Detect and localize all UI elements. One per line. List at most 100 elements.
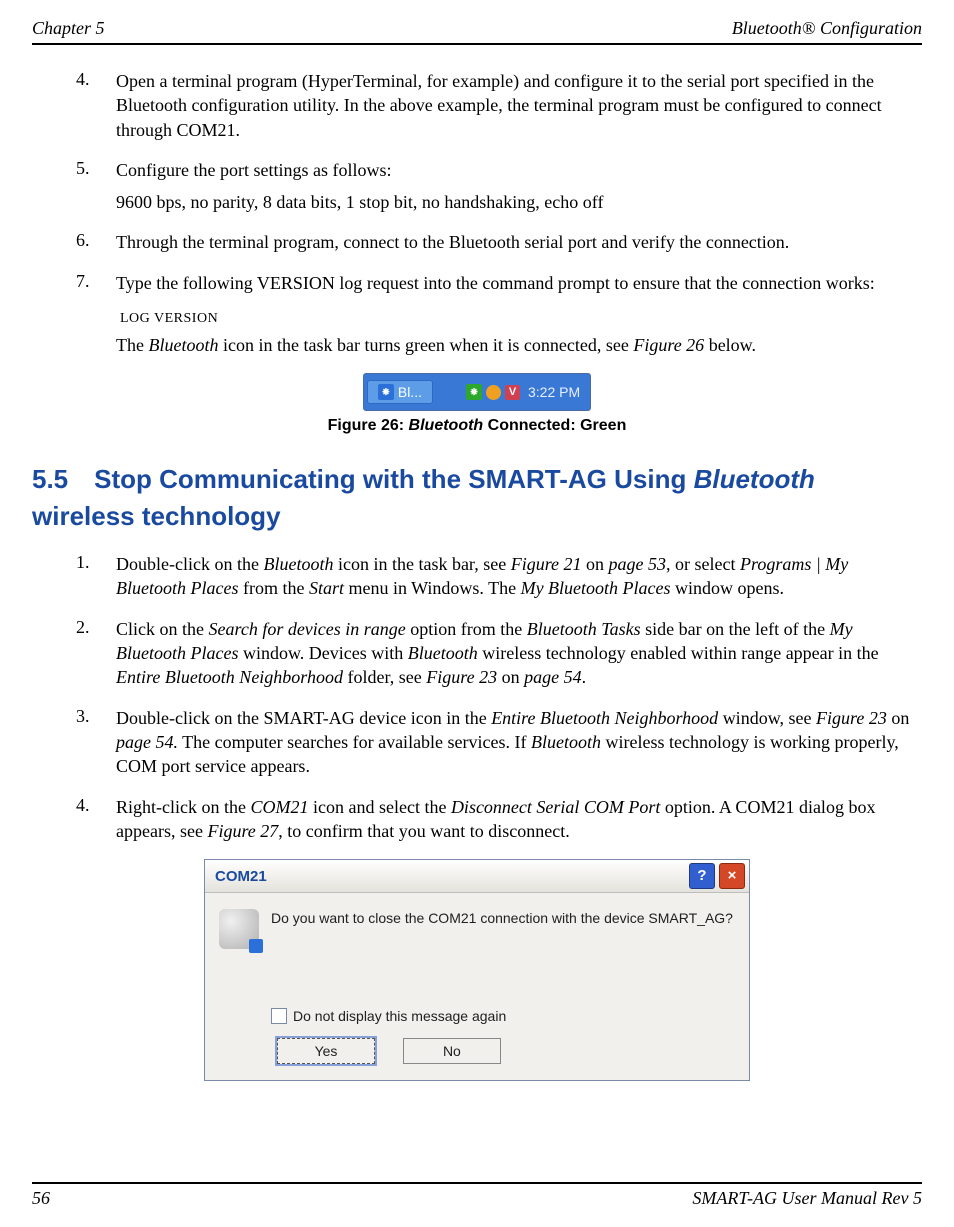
t: , to confirm that you want to disconnect…	[278, 821, 569, 841]
t: Right-click on the	[116, 797, 250, 817]
step-sub: 9600 bps, no parity, 8 data bits, 1 stop…	[116, 190, 922, 214]
step-b2: 2. Click on the Search for devices in ra…	[76, 617, 922, 690]
t: Figure 26	[633, 335, 704, 355]
t: Start	[309, 578, 344, 598]
after-code-text: The Bluetooth icon in the task bar turns…	[116, 333, 922, 357]
t: Bluetooth	[148, 335, 218, 355]
step-b3: 3. Double-click on the SMART-AG device i…	[76, 706, 922, 779]
t: Connected: Green	[483, 417, 626, 434]
header-right: Bluetooth® Configuration	[732, 18, 922, 39]
t: Figure 26:	[328, 417, 409, 434]
step-number: 2.	[76, 617, 116, 690]
t: on	[582, 554, 609, 574]
taskbar-image: ⁕ Bl... ⁕ V 3:22 PM	[363, 373, 591, 411]
t: page 54	[524, 667, 582, 687]
dialog-title: COM21	[205, 868, 689, 885]
help-button[interactable]: ?	[689, 863, 715, 889]
step-7: 7. Type the following VERSION log reques…	[76, 271, 922, 295]
bluetooth-tray-icon: ⁕	[466, 384, 482, 400]
step-b4: 4. Right-click on the COM21 icon and sel…	[76, 795, 922, 844]
t: Figure 23	[426, 667, 497, 687]
step-text: Through the terminal program, connect to…	[116, 230, 922, 254]
no-button[interactable]: No	[403, 1038, 501, 1064]
t: , or select	[666, 554, 740, 574]
t: Bluetooth	[694, 464, 815, 494]
step-main: Configure the port settings as follows:	[116, 160, 391, 180]
footer-rule	[32, 1182, 922, 1184]
header-rule	[32, 43, 922, 45]
t: Figure 23	[816, 708, 887, 728]
dont-show-again-checkbox[interactable]: Do not display this message again	[271, 1008, 733, 1024]
step-number: 4.	[76, 69, 116, 142]
t: side bar on the left of the	[641, 619, 830, 639]
t: Figure 21	[511, 554, 582, 574]
t: on	[887, 708, 910, 728]
step-text: Open a terminal program (HyperTerminal, …	[116, 69, 922, 142]
t: COM21	[250, 797, 308, 817]
t: icon and select the	[308, 797, 450, 817]
dialog-body: Do you want to close the COM21 connectio…	[205, 893, 749, 1080]
dialog-icon	[219, 909, 259, 949]
step-number: 3.	[76, 706, 116, 779]
close-button[interactable]: ×	[719, 863, 745, 889]
step-number: 5.	[76, 158, 116, 215]
system-tray: ⁕ V 3:22 PM	[436, 384, 590, 400]
t: from the	[238, 578, 308, 598]
t: page 54.	[116, 732, 178, 752]
t: Double-click on the	[116, 554, 263, 574]
t: Click on the	[116, 619, 209, 639]
t: Bluetooth	[409, 417, 484, 434]
dialog-message: Do you want to close the COM21 connectio…	[271, 909, 733, 928]
yes-button[interactable]: Yes	[277, 1038, 375, 1064]
step-text: Click on the Search for devices in range…	[116, 617, 922, 690]
step-text: Configure the port settings as follows: …	[116, 158, 922, 215]
t: Bluetooth	[408, 643, 478, 663]
figure-26: ⁕ Bl... ⁕ V 3:22 PM Figure 26: Bluetooth…	[32, 373, 922, 435]
t: on	[497, 667, 524, 687]
t: window. Devices with	[238, 643, 407, 663]
figure-26-caption: Figure 26: Bluetooth Connected: Green	[32, 417, 922, 435]
t: Search for devices in range	[209, 619, 406, 639]
t: Stop Communicating with the SMART-AG Usi…	[94, 464, 693, 494]
taskbar-button-label: Bl...	[398, 384, 422, 400]
t: folder, see	[343, 667, 426, 687]
step-text: Double-click on the Bluetooth icon in th…	[116, 552, 922, 601]
t: menu in Windows. The	[344, 578, 521, 598]
dialog-buttons: Yes No	[271, 1038, 733, 1064]
code-line: LOG VERSION	[120, 311, 922, 327]
com21-dialog: COM21 ? × Do you want to close the COM21…	[204, 859, 750, 1081]
t: Entire Bluetooth Neighborhood	[491, 708, 718, 728]
t: The computer searches for available serv…	[178, 732, 531, 752]
tray-icon: V	[505, 385, 520, 400]
step-4: 4. Open a terminal program (HyperTermina…	[76, 69, 922, 142]
step-number: 6.	[76, 230, 116, 254]
page-footer: 56 SMART-AG User Manual Rev 5	[32, 1182, 922, 1209]
step-text: Type the following VERSION log request i…	[116, 271, 922, 295]
checkbox-icon[interactable]	[271, 1008, 287, 1024]
taskbar-button: ⁕ Bl...	[367, 380, 433, 404]
footer-right: SMART-AG User Manual Rev 5	[692, 1188, 922, 1209]
t: The	[116, 335, 148, 355]
t: window opens.	[671, 578, 785, 598]
step-text: Double-click on the SMART-AG device icon…	[116, 706, 922, 779]
t: page 53	[609, 554, 667, 574]
page-header: Chapter 5 Bluetooth® Configuration	[32, 18, 922, 39]
step-number: 1.	[76, 552, 116, 601]
t: My Bluetooth Places	[521, 578, 671, 598]
step-b1: 1. Double-click on the Bluetooth icon in…	[76, 552, 922, 601]
bluetooth-icon: ⁕	[378, 384, 394, 400]
steps-list-a: 4. Open a terminal program (HyperTermina…	[32, 69, 922, 295]
clock: 3:22 PM	[528, 384, 580, 400]
page-number: 56	[32, 1188, 50, 1209]
step-6: 6. Through the terminal program, connect…	[76, 230, 922, 254]
after-code-line: The Bluetooth icon in the task bar turns…	[116, 333, 922, 357]
step-number: 7.	[76, 271, 116, 295]
t: Disconnect Serial COM Port	[451, 797, 660, 817]
header-left: Chapter 5	[32, 18, 105, 39]
t: Bluetooth Tasks	[527, 619, 641, 639]
t: Bluetooth	[263, 554, 333, 574]
t: icon in the task bar, see	[333, 554, 510, 574]
t: .	[582, 667, 587, 687]
t: below.	[704, 335, 756, 355]
t: wireless technology enabled within range…	[478, 643, 879, 663]
